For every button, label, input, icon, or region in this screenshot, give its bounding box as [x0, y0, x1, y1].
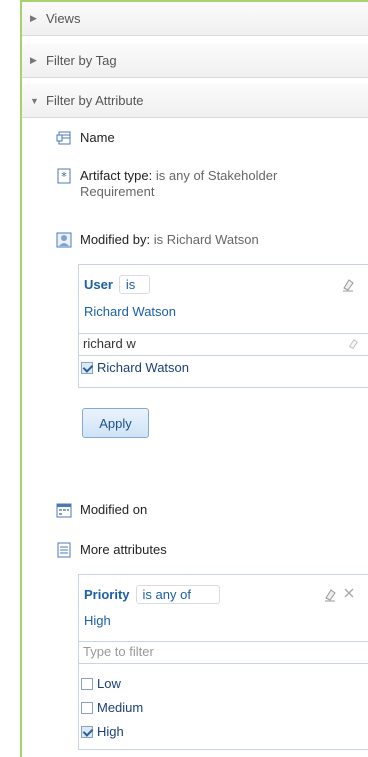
- priority-option-label: High: [97, 724, 124, 739]
- expand-arrow-icon: ▶: [30, 13, 37, 23]
- eraser-icon[interactable]: [347, 338, 359, 350]
- artifact-type-icon: *: [57, 168, 71, 184]
- priority-option-label: Low: [97, 676, 121, 691]
- checkbox[interactable]: [81, 701, 93, 714]
- artifact-type-value-1: is any of Stakeholder: [155, 168, 278, 183]
- apply-button[interactable]: Apply: [82, 408, 149, 438]
- attribute-name[interactable]: Name: [56, 130, 115, 146]
- user-filter-label: User: [84, 277, 113, 292]
- filter-pane: ▶ Views ▶ Filter by Tag ▼ Filter by Attr…: [20, 0, 368, 757]
- priority-filter-panel: Priority is any of High Type to filter L…: [78, 574, 368, 750]
- eraser-icon[interactable]: [323, 588, 337, 602]
- section-filter-by-tag-label: Filter by Tag: [46, 53, 117, 68]
- checkbox[interactable]: [81, 677, 93, 690]
- modified-by-label: Modified by:: [80, 232, 151, 247]
- modified-on-label: Modified on: [80, 502, 148, 517]
- attribute-modified-by[interactable]: Modified by: is Richard Watson: [56, 232, 259, 248]
- expand-arrow-icon: ▶: [30, 55, 37, 65]
- user-filter-operator[interactable]: is: [118, 275, 151, 294]
- priority-option-low[interactable]: Low: [79, 673, 368, 694]
- priority-option-label: Medium: [97, 700, 144, 715]
- section-filter-by-attribute[interactable]: ▼ Filter by Attribute: [22, 84, 368, 118]
- attribute-artifact-type[interactable]: * Artifact type: is any of Stakeholder R…: [56, 168, 356, 200]
- attribute-more[interactable]: More attributes: [56, 542, 167, 558]
- checkbox[interactable]: [81, 725, 93, 738]
- priority-filter-input[interactable]: Type to filter: [79, 641, 368, 664]
- priority-filter-placeholder: Type to filter: [83, 644, 154, 659]
- priority-filter-operator[interactable]: is any of: [135, 585, 220, 604]
- artifact-type-value-2: Requirement: [80, 184, 155, 199]
- more-attributes-label: More attributes: [80, 542, 167, 557]
- calendar-icon: [56, 503, 72, 518]
- svg-text:*: *: [61, 170, 67, 183]
- close-icon[interactable]: [343, 587, 355, 599]
- section-views-label: Views: [46, 11, 81, 26]
- priority-option-medium[interactable]: Medium: [79, 697, 368, 718]
- section-filter-by-tag[interactable]: ▶ Filter by Tag: [22, 44, 368, 78]
- name-icon: [56, 131, 71, 145]
- section-views[interactable]: ▶ Views: [22, 2, 368, 36]
- priority-filter-label: Priority: [84, 587, 130, 602]
- eraser-icon[interactable]: [341, 278, 355, 292]
- checkbox[interactable]: [81, 361, 93, 374]
- user-filter-panel: User is Richard Watson richard w Richard…: [78, 264, 368, 388]
- modified-by-value: is Richard Watson: [153, 232, 259, 247]
- priority-option-high[interactable]: High: [79, 721, 368, 742]
- collapse-arrow-icon: ▼: [30, 95, 39, 106]
- user-option-item[interactable]: Richard Watson: [79, 357, 368, 378]
- priority-filter-selected[interactable]: High: [84, 613, 111, 628]
- attribute-modified-on[interactable]: Modified on: [56, 502, 147, 518]
- attribute-name-label: Name: [80, 130, 115, 145]
- user-option-label: Richard Watson: [97, 360, 189, 375]
- user-filter-selected[interactable]: Richard Watson: [84, 304, 176, 319]
- user-search-value: richard w: [83, 336, 136, 351]
- section-filter-by-attribute-label: Filter by Attribute: [46, 93, 144, 108]
- artifact-type-label: Artifact type:: [80, 168, 153, 183]
- user-icon: [56, 232, 72, 248]
- user-search-input[interactable]: richard w: [79, 333, 368, 356]
- list-icon: [57, 542, 71, 558]
